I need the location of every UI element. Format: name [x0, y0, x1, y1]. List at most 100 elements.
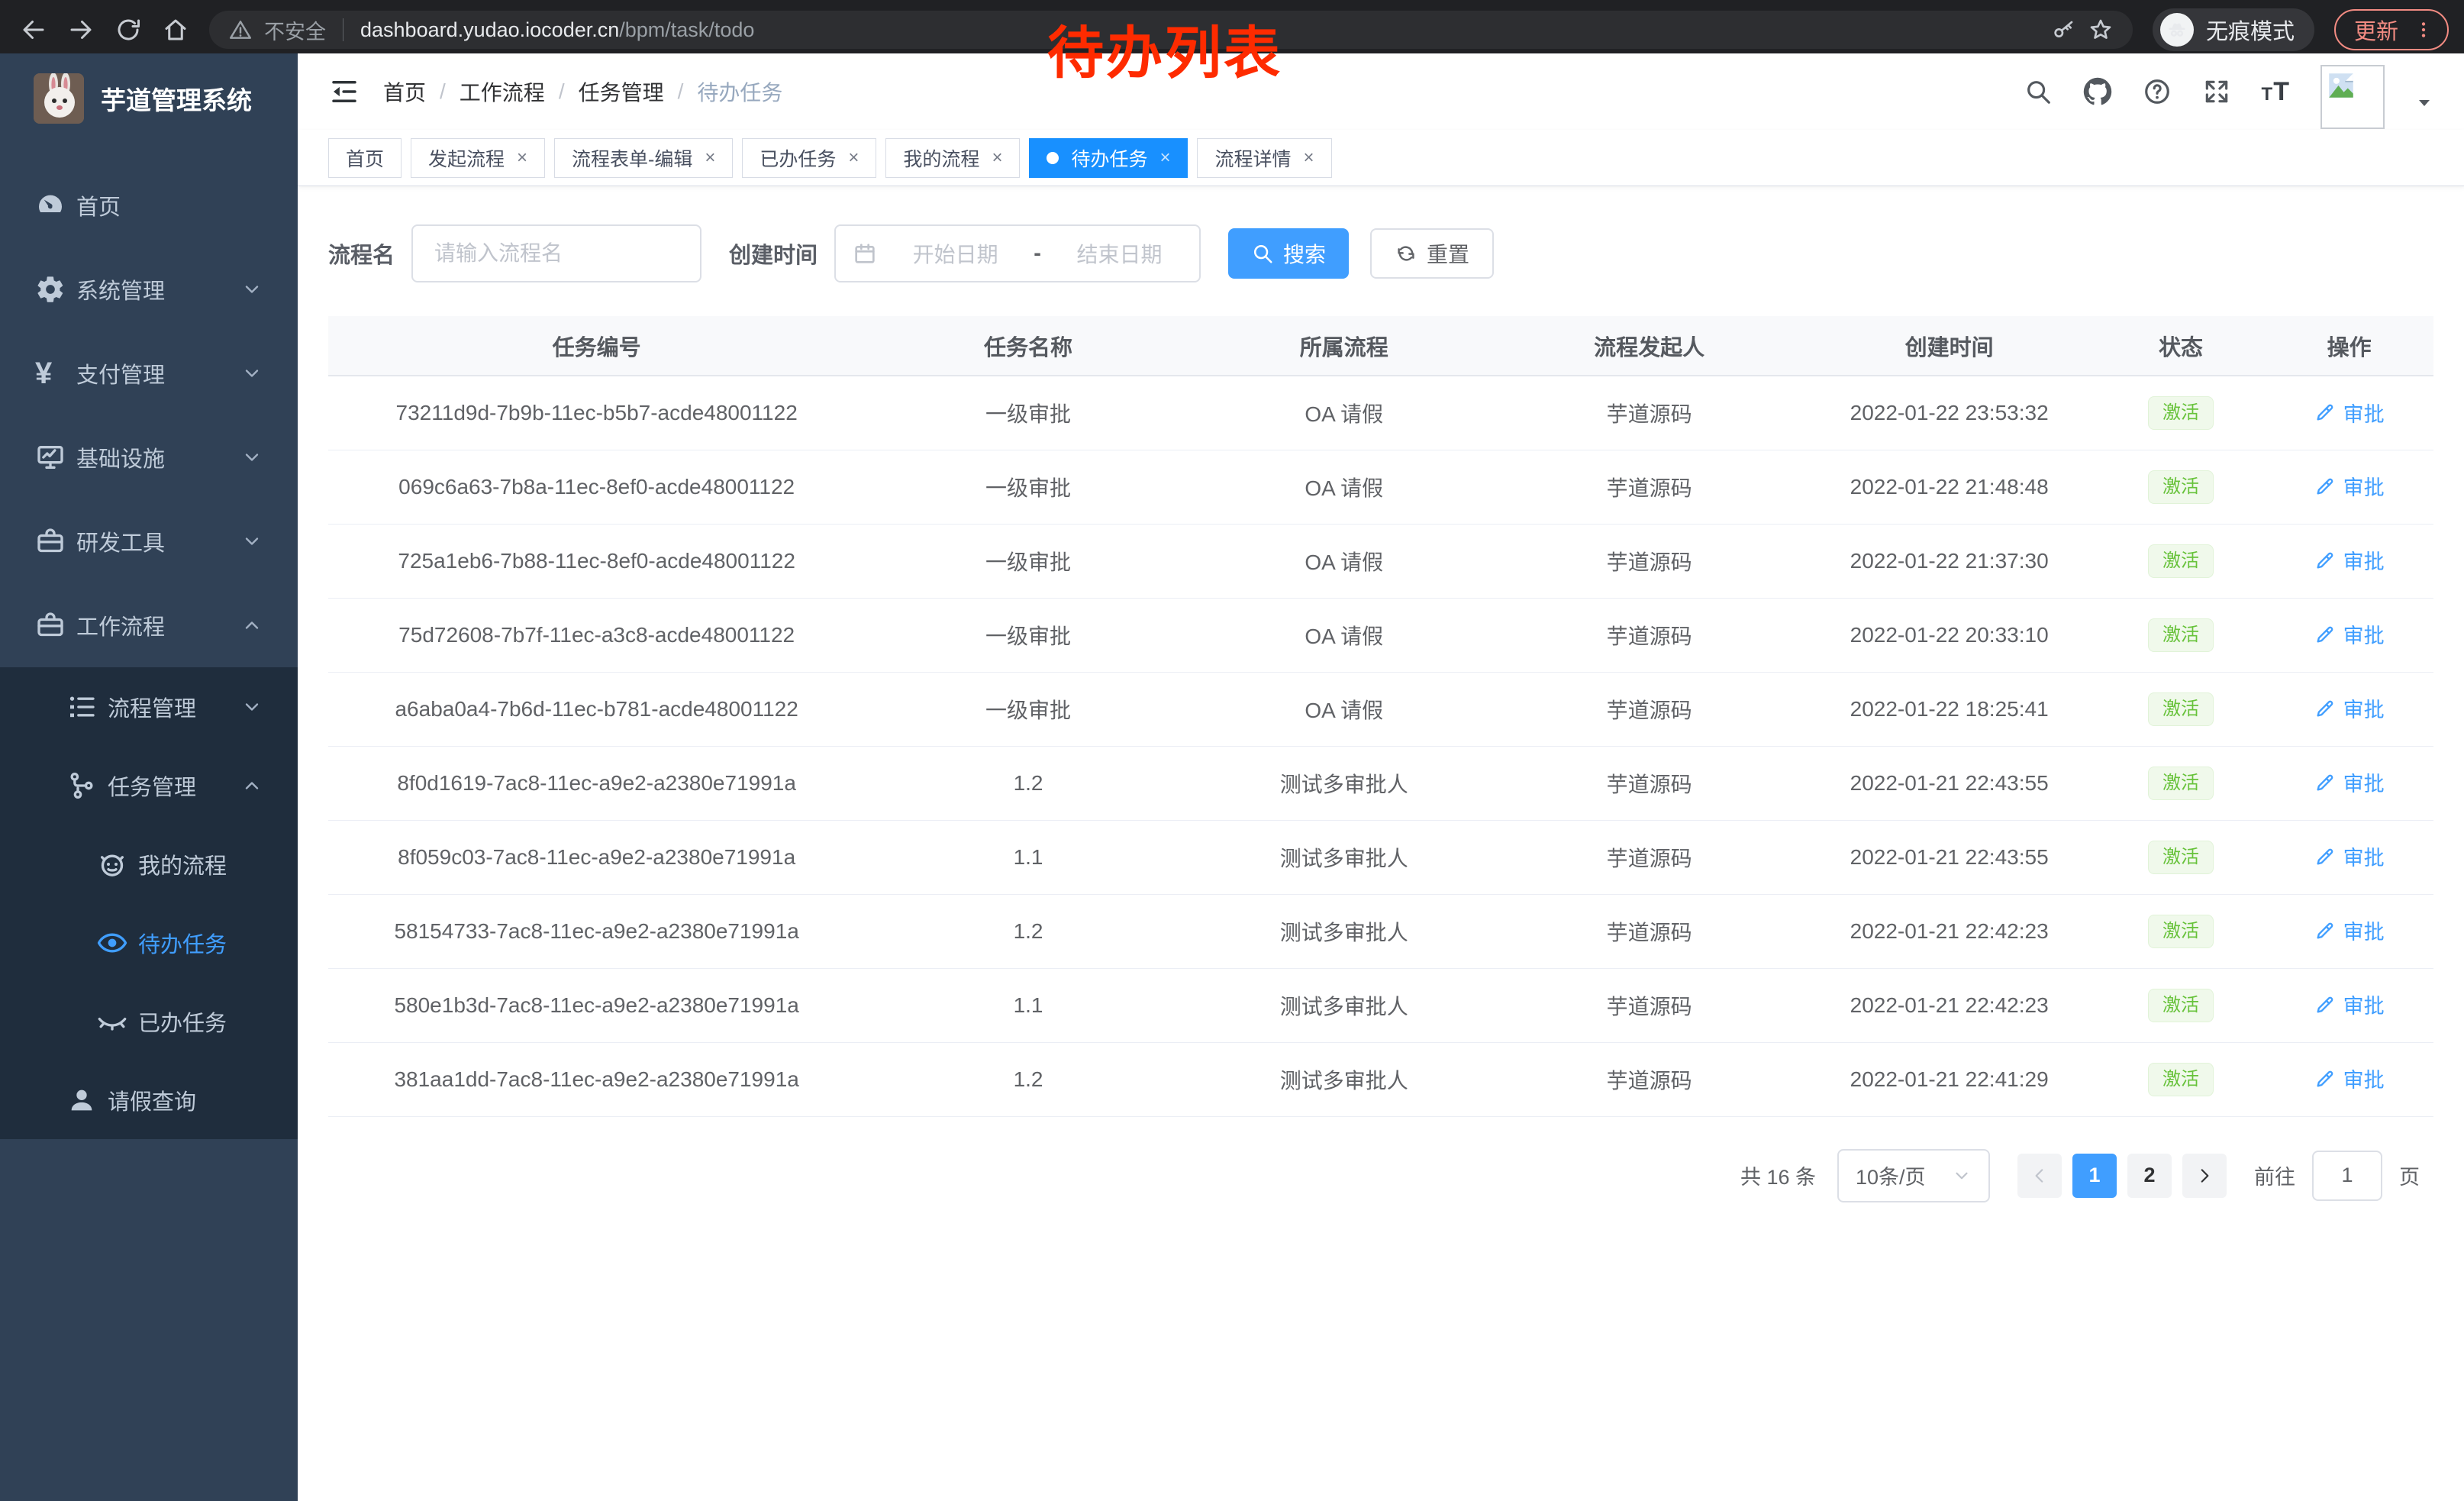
sidebar-item-label: 待办任务 — [138, 927, 227, 959]
cell-task-name: 1.1 — [865, 820, 1191, 894]
page-number-button[interactable]: 2 — [2127, 1154, 2172, 1198]
cell-created: 2022-01-22 23:53:32 — [1802, 376, 2097, 450]
cell-task-id: a6aba0a4-7b6d-11ec-b781-acde48001122 — [328, 672, 865, 746]
sidebar-item-devtools[interactable]: 研发工具 — [0, 499, 298, 583]
approve-link[interactable]: 审批 — [2314, 471, 2385, 501]
cell-action: 审批 — [2265, 1042, 2433, 1116]
prev-page-button[interactable] — [2017, 1154, 2062, 1198]
tab-item[interactable]: 我的流程 × — [885, 138, 1020, 178]
sidebar-item-process-mgmt[interactable]: 流程管理 — [0, 667, 298, 746]
search-icon[interactable] — [2024, 77, 2053, 106]
cell-task-id: 8f0d1619-7ac8-11ec-a9e2-a2380e71991a — [328, 746, 865, 820]
sidebar-item-workflow[interactable]: 工作流程 — [0, 583, 298, 667]
browser-reload-button[interactable] — [114, 16, 142, 44]
sidebar-item-todo-task[interactable]: 待办任务 — [0, 903, 298, 982]
tab-close-icon[interactable]: × — [517, 147, 527, 169]
pen-icon — [2314, 994, 2336, 1015]
tab-label: 流程详情 — [1214, 144, 1291, 172]
tab-close-icon[interactable]: × — [705, 147, 715, 169]
sidebar-item-system[interactable]: 系统管理 — [0, 247, 298, 331]
breadcrumb-item[interactable]: 首页 — [383, 76, 426, 107]
password-key-icon[interactable] — [2052, 18, 2076, 42]
search-button[interactable]: 搜索 — [1228, 228, 1349, 279]
browser-update-button[interactable]: 更新 — [2334, 9, 2449, 50]
approve-link[interactable]: 审批 — [2314, 619, 2385, 649]
process-name-input[interactable] — [411, 224, 701, 282]
sidebar-item-home[interactable]: 首页 — [0, 163, 298, 247]
user-avatar[interactable] — [2320, 65, 2385, 129]
sidebar-item-my-process[interactable]: 我的流程 — [0, 825, 298, 903]
approve-link[interactable]: 审批 — [2314, 1064, 2385, 1093]
chevron-up-icon — [241, 615, 263, 636]
sidebar-item-task-mgmt[interactable]: 任务管理 — [0, 746, 298, 825]
breadcrumb-item[interactable]: 任务管理 — [579, 76, 664, 107]
sidebar-item-payment[interactable]: ¥支付管理 — [0, 331, 298, 415]
browser-back-button[interactable] — [20, 16, 47, 44]
approve-link[interactable]: 审批 — [2314, 841, 2385, 871]
avatar-caret-icon[interactable] — [2415, 94, 2433, 112]
approve-link[interactable]: 审批 — [2314, 693, 2385, 723]
help-icon[interactable] — [2143, 77, 2172, 106]
cell-created: 2022-01-22 21:37:30 — [1802, 524, 2097, 598]
monitor-icon — [35, 442, 66, 473]
tab-label: 待办任务 — [1071, 144, 1147, 172]
reset-button[interactable]: 重置 — [1370, 228, 1494, 279]
gear-icon — [35, 274, 66, 305]
cell-task-name: 一级审批 — [865, 598, 1191, 672]
calendar-icon — [853, 241, 877, 266]
next-page-button[interactable] — [2182, 1154, 2227, 1198]
tab-close-icon[interactable]: × — [1304, 147, 1314, 169]
goto-label: 前往 — [2254, 1160, 2295, 1190]
approve-link[interactable]: 审批 — [2314, 398, 2385, 428]
tab-item[interactable]: 流程表单-编辑× — [554, 138, 733, 178]
tab-item[interactable]: 首页 — [328, 138, 402, 178]
browser-forward-button[interactable] — [67, 16, 95, 44]
table-row: 73211d9d-7b9b-11ec-b5b7-acde48001122一级审批… — [328, 376, 2433, 450]
bookmark-star-icon[interactable] — [2088, 18, 2113, 42]
tab-close-icon[interactable]: × — [992, 147, 1002, 169]
approve-link[interactable]: 审批 — [2314, 545, 2385, 575]
goto-page-input[interactable] — [2312, 1151, 2382, 1201]
pager: 12 — [2017, 1154, 2227, 1198]
date-range-picker[interactable]: 开始日期 - 结束日期 — [834, 224, 1201, 282]
approve-link[interactable]: 审批 — [2314, 915, 2385, 945]
approve-link[interactable]: 审批 — [2314, 989, 2385, 1019]
cell-process: OA 请假 — [1192, 376, 1497, 450]
browser-menu-icon[interactable] — [2414, 17, 2433, 43]
breadcrumb-item[interactable]: 工作流程 — [460, 76, 545, 107]
table-row: 725a1eb6-7b88-11ec-8ef0-acde48001122一级审批… — [328, 524, 2433, 598]
tab-close-icon[interactable]: × — [848, 147, 859, 169]
tab-item[interactable]: 流程详情 × — [1197, 138, 1331, 178]
app-logo[interactable]: 芋道管理系统 — [0, 53, 298, 144]
address-bar[interactable]: 不安全 dashboard.yudao.iocoder.cn/bpm/task/… — [209, 11, 2133, 49]
sidebar-item-infra[interactable]: 基础设施 — [0, 415, 298, 499]
table-body: 73211d9d-7b9b-11ec-b5b7-acde48001122一级审批… — [328, 376, 2433, 1116]
tab-item[interactable]: 已办任务× — [742, 138, 876, 178]
browser-home-button[interactable] — [162, 16, 189, 44]
chevron-down-icon — [241, 531, 263, 552]
create-time-label: 创建时间 — [729, 237, 818, 270]
page-number-button[interactable]: 1 — [2072, 1154, 2117, 1198]
font-size-icon[interactable]: TT — [2262, 77, 2290, 107]
page-size-select[interactable]: 10条/页 — [1837, 1149, 1990, 1202]
cell-task-name: 一级审批 — [865, 376, 1191, 450]
fullscreen-icon[interactable] — [2202, 77, 2231, 106]
table-row: 580e1b3d-7ac8-11ec-a9e2-a2380e71991a1.1测… — [328, 968, 2433, 1042]
sidebar-item-done-task[interactable]: 已办任务 — [0, 982, 298, 1060]
tab-item[interactable]: 发起流程× — [411, 138, 545, 178]
cell-starter: 芋道源码 — [1497, 820, 1802, 894]
tab-label: 我的流程 — [903, 144, 979, 172]
sidebar-toggle-icon[interactable] — [328, 76, 360, 108]
github-icon[interactable] — [2083, 77, 2112, 106]
chevron-down-icon — [241, 447, 263, 468]
approve-link[interactable]: 审批 — [2314, 767, 2385, 797]
tab-active-item[interactable]: 待办任务 × — [1029, 138, 1188, 178]
yen-icon: ¥ — [35, 358, 66, 389]
status-badge: 激活 — [2148, 618, 2214, 652]
chevron-left-icon — [2030, 1166, 2050, 1186]
tab-close-icon[interactable]: × — [1159, 147, 1170, 169]
sidebar-item-leave-query[interactable]: 请假查询 — [0, 1060, 298, 1139]
cell-task-name: 1.1 — [865, 968, 1191, 1042]
cell-created: 2022-01-21 22:42:23 — [1802, 968, 2097, 1042]
cell-action: 审批 — [2265, 894, 2433, 968]
